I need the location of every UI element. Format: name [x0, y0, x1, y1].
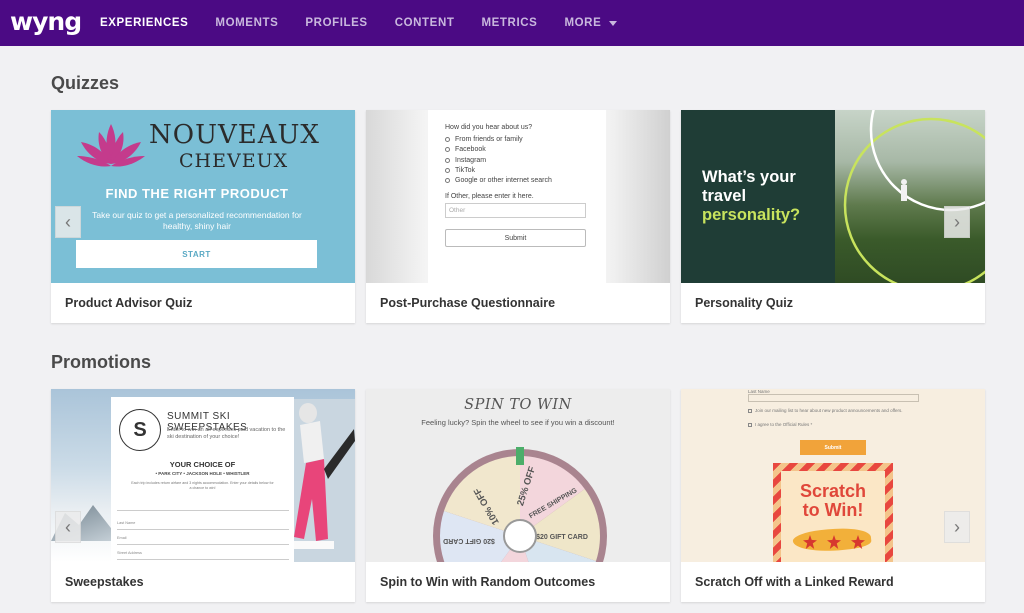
nav-items: EXPERIENCES MOMENTS PROFILES CONTENT MET…	[100, 0, 644, 46]
promo-card-spin-to-win[interactable]: SPIN TO WIN Feeling lucky? Spin the whee…	[366, 389, 670, 602]
submit-button[interactable]: Submit	[800, 440, 866, 455]
quiz-heading: FIND THE RIGHT PRODUCT	[105, 186, 289, 201]
promotions-title: Promotions	[51, 352, 152, 372]
other-input[interactable]: Other	[445, 203, 586, 219]
field-label: Last Name	[117, 521, 136, 525]
nav-item-experiences[interactable]: EXPERIENCES	[100, 17, 188, 29]
carousel-next-button[interactable]: ›	[944, 511, 970, 543]
nav-item-more-label: MORE	[564, 17, 602, 29]
last-name-field[interactable]	[748, 394, 919, 402]
top-nav: wyng EXPERIENCES MOMENTS PROFILES CONTEN…	[0, 0, 1024, 46]
card-thumbnail: SPIN TO WIN Feeling lucky? Spin the whee…	[366, 389, 670, 562]
nav-item-metrics[interactable]: METRICS	[481, 17, 537, 29]
chevron-left-icon: ‹	[65, 516, 71, 537]
wyng-logo[interactable]: wyng	[10, 7, 82, 39]
spin-title: SPIN TO WIN	[464, 397, 572, 413]
carousel-prev-button[interactable]: ‹	[55, 511, 81, 543]
scratch-heading-line1: Scratch	[799, 481, 867, 501]
card-caption: Scratch Off with a Linked Reward	[695, 575, 894, 589]
scratch-heading-line2: to Win!	[802, 500, 864, 520]
checkbox-icon	[748, 408, 752, 413]
chevron-down-icon	[609, 20, 618, 26]
card-thumbnail: NOUVEAUX CHEVEUX FIND THE RIGHT PRODUCT …	[51, 110, 355, 283]
questionnaire-form: How did you hear about us? From friends …	[428, 110, 606, 283]
card-caption: Personality Quiz	[695, 296, 793, 310]
start-button[interactable]: START	[76, 240, 317, 268]
radio-option[interactable]: From friends or family	[445, 136, 606, 143]
carousel-next-button[interactable]: ›	[944, 206, 970, 238]
brand-name-line1: NOUVEAUX	[149, 120, 320, 150]
headline-line1: What’s your	[702, 168, 796, 186]
card-caption: Sweepstakes	[65, 575, 144, 589]
nav-item-profiles[interactable]: PROFILES	[305, 17, 367, 29]
nav-item-more[interactable]: MORE	[564, 17, 618, 29]
checkbox-icon	[748, 422, 752, 427]
lotus-icon	[77, 124, 145, 167]
summit-logo-icon: S	[119, 409, 161, 451]
city-list: • PARK CITY • JACKSON HOLE • WHISTLER	[155, 471, 250, 476]
field-label: Street Address	[117, 551, 142, 555]
card-thumbnail: How did you hear about us? From friends …	[366, 110, 670, 283]
quizzes-title: Quizzes	[51, 73, 120, 93]
radio-icon	[445, 167, 450, 173]
headline-line3: personality?	[702, 206, 801, 224]
snowboarder-image	[294, 399, 355, 562]
radio-icon	[445, 178, 450, 184]
headline-line2: travel	[702, 187, 747, 205]
chevron-left-icon: ‹	[65, 211, 71, 232]
submit-button[interactable]: Submit	[445, 229, 586, 248]
rules-checkbox[interactable]: I agree to the Official Rules *	[748, 422, 812, 427]
nav-item-moments[interactable]: MOMENTS	[215, 17, 278, 29]
radio-icon	[445, 157, 450, 163]
chevron-right-icon: ›	[954, 516, 960, 537]
radio-option[interactable]: Google or other internet search	[445, 177, 606, 184]
chevron-right-icon: ›	[954, 211, 960, 232]
card-caption: Product Advisor Quiz	[65, 296, 193, 310]
last-name-field[interactable]	[117, 529, 289, 530]
prize-wheel[interactable]: 25% OFF FREE SHIPPING $20 GIFT CARD $20 …	[431, 447, 609, 562]
carousel-prev-button[interactable]: ‹	[55, 206, 81, 238]
card-caption: Post-Purchase Questionnaire	[380, 296, 556, 310]
quiz-card-personality[interactable]: What’s your travel personality? Personal…	[681, 110, 985, 323]
sweepstakes-form: S SUMMIT SKI SWEEPSTAKES Enter to win an…	[111, 397, 294, 562]
spin-subtitle: Feeling lucky? Spin the wheel to see if …	[421, 418, 615, 427]
radio-icon	[445, 137, 450, 142]
radio-option[interactable]: Facebook	[445, 146, 606, 153]
quiz-card-product-advisor[interactable]: NOUVEAUX CHEVEUX FIND THE RIGHT PRODUCT …	[51, 110, 355, 323]
quiz-subtext: Take our quiz to get a personalized reco…	[92, 210, 302, 231]
first-name-field[interactable]	[117, 510, 289, 511]
sweepstakes-desc: Enter to win an all-expenses paid vacati…	[167, 427, 286, 440]
card-thumbnail: What’s your travel personality?	[681, 110, 985, 283]
brand-name-line2: CHEVEUX	[179, 150, 289, 172]
card-thumbnail: Last Name Join our mailing list to hear …	[681, 389, 985, 562]
choice-heading: YOUR CHOICE OF	[169, 460, 236, 469]
radio-icon	[445, 147, 450, 153]
field-label: Email	[117, 536, 127, 540]
decorative-rings	[843, 110, 985, 283]
card-thumbnail: S SUMMIT SKI SWEEPSTAKES Enter to win an…	[51, 389, 355, 562]
fine-print: Each trip includes return airfare and 3 …	[131, 481, 274, 490]
promo-card-sweepstakes[interactable]: S SUMMIT SKI SWEEPSTAKES Enter to win an…	[51, 389, 355, 602]
slice-label: $20 GIFT CARD	[536, 534, 588, 541]
radio-option[interactable]: Instagram	[445, 157, 606, 164]
question-text: How did you hear about us?	[445, 124, 533, 131]
promo-card-scratch-off[interactable]: Last Name Join our mailing list to hear …	[681, 389, 985, 602]
quiz-card-post-purchase[interactable]: How did you hear about us? From friends …	[366, 110, 670, 323]
slice-label: $20 GIFT CARD	[443, 537, 495, 544]
radio-option[interactable]: TikTok	[445, 167, 606, 174]
card-caption: Spin to Win with Random Outcomes	[380, 575, 596, 589]
email-field[interactable]	[117, 544, 289, 545]
address-field[interactable]	[117, 559, 289, 560]
newsletter-checkbox[interactable]: Join our mailing list to hear about new …	[748, 408, 903, 413]
other-question: If Other, please enter it here.	[445, 193, 534, 201]
nav-item-content[interactable]: CONTENT	[395, 17, 455, 29]
